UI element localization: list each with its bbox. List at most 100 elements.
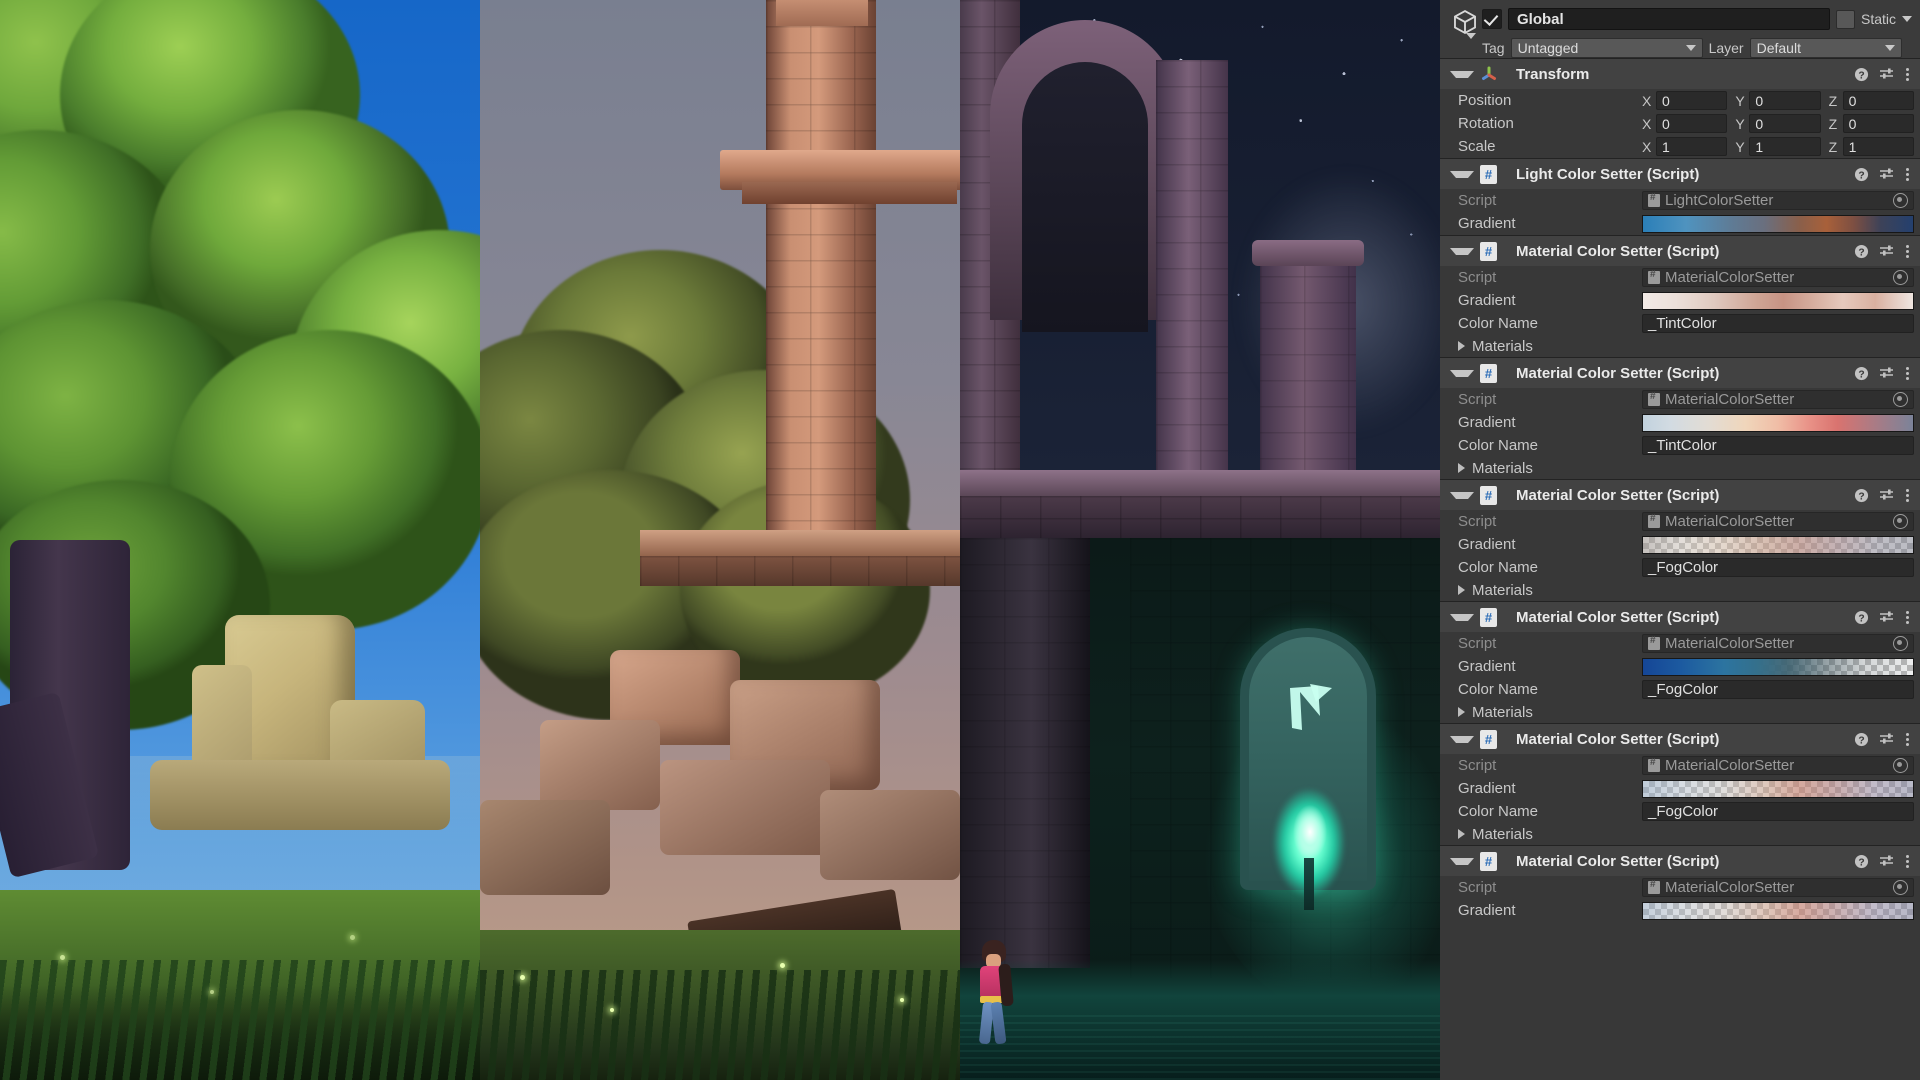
- component-header-controls: ?: [1854, 167, 1914, 182]
- preset-icon[interactable]: [1879, 67, 1895, 82]
- help-icon[interactable]: ?: [1854, 244, 1869, 259]
- help-icon[interactable]: ?: [1854, 67, 1869, 82]
- text-input[interactable]: _FogColor: [1642, 680, 1914, 699]
- component-header[interactable]: Transform?: [1440, 59, 1920, 89]
- component-header[interactable]: #Material Color Setter (Script)?: [1440, 846, 1920, 876]
- gradient-field[interactable]: [1642, 215, 1914, 233]
- object-field[interactable]: MaterialColorSetter: [1642, 756, 1914, 775]
- materials-foldout[interactable]: Materials: [1440, 579, 1920, 601]
- preset-icon[interactable]: [1879, 610, 1895, 625]
- property-row: Gradient: [1440, 533, 1920, 556]
- foldout-toggle[interactable]: [1450, 171, 1474, 178]
- static-dropdown-chevron-icon[interactable]: [1902, 16, 1912, 22]
- component-header[interactable]: #Material Color Setter (Script)?: [1440, 724, 1920, 754]
- foldout-toggle[interactable]: [1450, 71, 1474, 78]
- kebab-menu-icon[interactable]: [1905, 67, 1910, 82]
- object-field[interactable]: MaterialColorSetter: [1642, 634, 1914, 653]
- number-input-y[interactable]: 0: [1749, 91, 1820, 110]
- component-header[interactable]: #Material Color Setter (Script)?: [1440, 236, 1920, 266]
- object-field[interactable]: LightColorSetter: [1642, 191, 1914, 210]
- number-input-y[interactable]: 0: [1749, 114, 1820, 133]
- preset-icon[interactable]: [1879, 244, 1895, 259]
- kebab-menu-icon[interactable]: [1905, 854, 1910, 869]
- help-icon[interactable]: ?: [1854, 610, 1869, 625]
- kebab-menu-icon[interactable]: [1905, 488, 1910, 503]
- component-header[interactable]: #Material Color Setter (Script)?: [1440, 480, 1920, 510]
- preset-icon[interactable]: [1879, 366, 1895, 381]
- kebab-menu-icon[interactable]: [1905, 366, 1910, 381]
- foldout-toggle[interactable]: [1450, 370, 1474, 377]
- kebab-menu-icon[interactable]: [1905, 732, 1910, 747]
- number-input-x[interactable]: 1: [1656, 137, 1727, 156]
- component-title: Material Color Setter (Script): [1516, 609, 1848, 626]
- preset-icon[interactable]: [1879, 854, 1895, 869]
- materials-foldout[interactable]: Materials: [1440, 457, 1920, 479]
- game-view[interactable]: [0, 0, 1440, 1080]
- foldout-toggle[interactable]: [1450, 614, 1474, 621]
- property-row: Color Name_FogColor: [1440, 678, 1920, 701]
- gameobject-enabled-checkbox[interactable]: [1482, 9, 1502, 29]
- text-input[interactable]: _FogColor: [1642, 558, 1914, 577]
- inspector-panel[interactable]: Global Static Tag Untagged Layer Default: [1440, 0, 1920, 1080]
- help-icon[interactable]: ?: [1854, 854, 1869, 869]
- object-picker-icon[interactable]: [1893, 636, 1908, 651]
- preset-icon[interactable]: [1879, 167, 1895, 182]
- number-input-z[interactable]: 0: [1843, 91, 1914, 110]
- help-icon[interactable]: ?: [1854, 488, 1869, 503]
- foldout-toggle[interactable]: [1450, 248, 1474, 255]
- static-checkbox[interactable]: [1836, 10, 1855, 29]
- number-input-x[interactable]: 0: [1656, 91, 1727, 110]
- firefly: [610, 1008, 614, 1012]
- object-picker-icon[interactable]: [1893, 270, 1908, 285]
- object-picker-icon[interactable]: [1893, 514, 1908, 529]
- axis-label-z: Z: [1829, 93, 1838, 109]
- number-input-y[interactable]: 1: [1749, 137, 1820, 156]
- foldout-toggle[interactable]: [1450, 858, 1474, 865]
- number-input-x[interactable]: 0: [1656, 114, 1727, 133]
- materials-foldout[interactable]: Materials: [1440, 823, 1920, 845]
- object-picker-icon[interactable]: [1893, 758, 1908, 773]
- number-input-z[interactable]: 1: [1843, 137, 1914, 156]
- gradient-field[interactable]: [1642, 658, 1914, 676]
- axis-z: Z1: [1829, 137, 1914, 156]
- kebab-menu-icon[interactable]: [1905, 244, 1910, 259]
- object-field[interactable]: MaterialColorSetter: [1642, 512, 1914, 531]
- script-icon: #: [1480, 364, 1497, 383]
- cube-icon[interactable]: [1448, 8, 1482, 42]
- gradient-field[interactable]: [1642, 780, 1914, 798]
- text-input[interactable]: _FogColor: [1642, 802, 1914, 821]
- object-field[interactable]: MaterialColorSetter: [1642, 390, 1914, 409]
- text-input[interactable]: _TintColor: [1642, 314, 1914, 333]
- foldout-toggle[interactable]: [1450, 492, 1474, 499]
- preset-icon[interactable]: [1879, 732, 1895, 747]
- object-picker-icon[interactable]: [1893, 880, 1908, 895]
- kebab-menu-icon[interactable]: [1905, 610, 1910, 625]
- help-icon[interactable]: ?: [1854, 366, 1869, 381]
- number-input-z[interactable]: 0: [1843, 114, 1914, 133]
- help-icon[interactable]: ?: [1854, 167, 1869, 182]
- help-icon[interactable]: ?: [1854, 732, 1869, 747]
- gradient-field[interactable]: [1642, 414, 1914, 432]
- text-input[interactable]: _TintColor: [1642, 436, 1914, 455]
- component-header[interactable]: #Light Color Setter (Script)?: [1440, 159, 1920, 189]
- foldout-toggle[interactable]: [1450, 736, 1474, 743]
- chevron-down-icon[interactable]: [1466, 33, 1476, 39]
- object-field[interactable]: MaterialColorSetter: [1642, 268, 1914, 287]
- gameobject-name-input[interactable]: Global: [1508, 8, 1830, 30]
- tag-dropdown[interactable]: Untagged: [1511, 38, 1703, 58]
- gradient-field[interactable]: [1642, 292, 1914, 310]
- materials-foldout[interactable]: Materials: [1440, 335, 1920, 357]
- object-picker-icon[interactable]: [1893, 193, 1908, 208]
- gradient-field[interactable]: [1642, 536, 1914, 554]
- materials-foldout[interactable]: Materials: [1440, 701, 1920, 723]
- kebab-menu-icon[interactable]: [1905, 167, 1910, 182]
- layer-dropdown[interactable]: Default: [1750, 38, 1902, 58]
- object-picker-icon[interactable]: [1893, 392, 1908, 407]
- gradient-field[interactable]: [1642, 902, 1914, 920]
- component-header[interactable]: #Material Color Setter (Script)?: [1440, 358, 1920, 388]
- object-field[interactable]: MaterialColorSetter: [1642, 878, 1914, 897]
- svg-text:?: ?: [1858, 735, 1864, 746]
- preset-icon[interactable]: [1879, 488, 1895, 503]
- arch-opening-night: [1022, 62, 1148, 332]
- component-header[interactable]: #Material Color Setter (Script)?: [1440, 602, 1920, 632]
